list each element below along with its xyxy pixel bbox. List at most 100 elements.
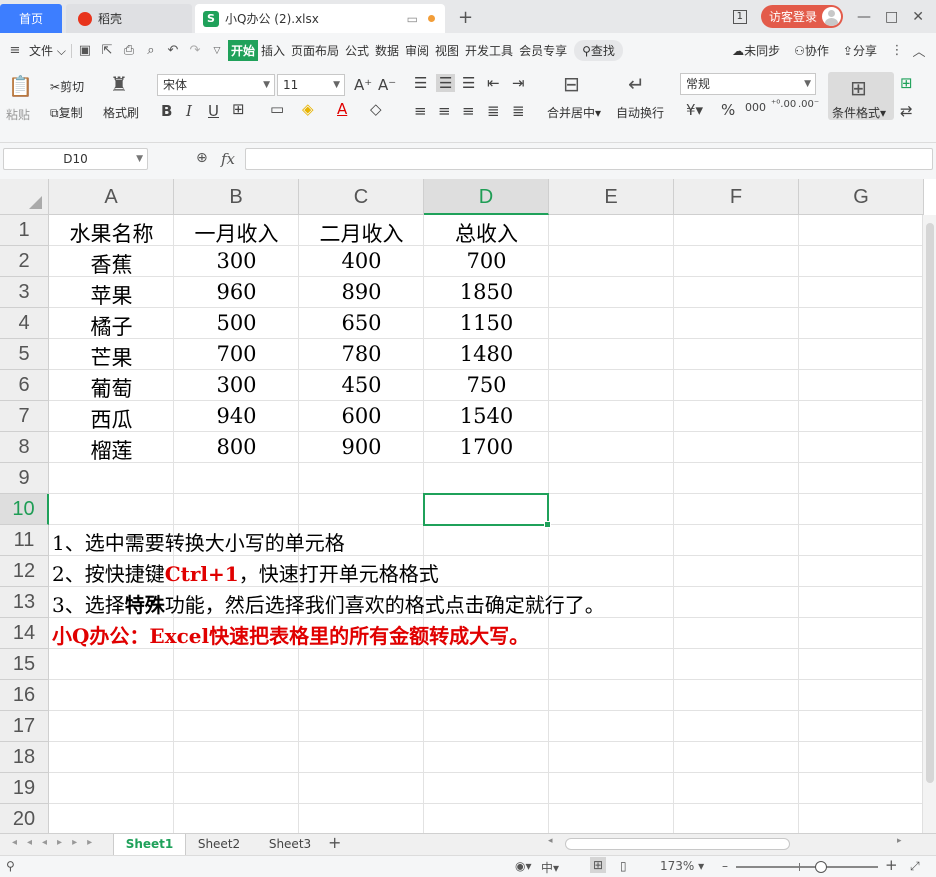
cell-a8[interactable]: 榴莲 (49, 435, 174, 465)
horizontal-scrollbar[interactable] (565, 838, 790, 850)
page-view-button[interactable]: ▯ (620, 859, 627, 873)
cell-d5[interactable]: 1480 (424, 342, 549, 366)
fill-color-icon[interactable]: ▭ (270, 100, 284, 118)
cell-a4[interactable]: 橘子 (49, 311, 174, 341)
macro-icon[interactable]: ⚲ (6, 859, 15, 873)
row-header-18[interactable]: 18 (0, 742, 49, 773)
font-name-select[interactable]: 宋体 ▼ (157, 74, 275, 96)
zoom-in-button[interactable]: + (885, 856, 898, 874)
cell-d1[interactable]: 总收入 (424, 218, 549, 248)
column-header-e[interactable]: E (549, 179, 674, 215)
format-painter-button[interactable]: 格式刷 (103, 104, 139, 121)
cell-c8[interactable]: 900 (299, 435, 424, 459)
cell-b3[interactable]: 960 (174, 280, 299, 304)
collab-button[interactable]: ⚇协作 (791, 42, 832, 59)
row-header-14[interactable]: 14 (0, 618, 49, 649)
border-icon[interactable]: ⊞ (232, 100, 245, 118)
paste-icon[interactable]: 📋 (8, 74, 33, 98)
cell-c7[interactable]: 600 (299, 404, 424, 428)
normal-view-button[interactable]: ⊞ (590, 857, 607, 873)
row-header-9[interactable]: 9 (0, 463, 49, 494)
cell-a1[interactable]: 水果名称 (49, 218, 174, 248)
file-menu[interactable]: 文件 ⌵ (26, 42, 69, 59)
customize-icon[interactable]: ▽ (208, 46, 226, 56)
decrease-decimal-icon[interactable]: .00⁻ (798, 99, 819, 110)
align-center-icon[interactable]: ≡ (438, 102, 451, 120)
cell-b8[interactable]: 800 (174, 435, 299, 459)
undo-icon[interactable]: ↶ (164, 43, 182, 58)
tab-home[interactable]: 首页 (0, 4, 62, 33)
align-top-icon[interactable]: ☰ (414, 74, 427, 92)
align-left-icon[interactable]: ≡ (414, 102, 427, 120)
sheet-tab-3[interactable]: Sheet3 (256, 834, 324, 855)
cell-b5[interactable]: 700 (174, 342, 299, 366)
new-tab-button[interactable]: + (458, 7, 473, 28)
input-mode-icon[interactable]: 中▾ (541, 859, 559, 876)
table-style-icon[interactable]: ⊞ (900, 74, 913, 92)
save-icon[interactable]: ▣ (76, 43, 94, 58)
tab-formulas[interactable]: 公式 (342, 42, 372, 59)
column-header-a[interactable]: A (49, 179, 174, 215)
align-right-icon[interactable]: ≡ (462, 102, 475, 120)
tab-page-layout[interactable]: 页面布局 (288, 42, 342, 59)
font-color-icon[interactable]: A (337, 100, 347, 118)
align-bottom-icon[interactable]: ☰ (462, 74, 475, 92)
scroll-right-icon[interactable]: ▸ (897, 836, 902, 846)
minimize-button[interactable]: — (857, 9, 871, 25)
cell-b1[interactable]: 一月收入 (174, 218, 299, 248)
row-header-7[interactable]: 7 (0, 401, 49, 432)
spreadsheet-grid[interactable]: ABCDEFG 1 2 3 4 5 6 7 8 9 10 11 12 13 14 15 16 17 18 19 20 … (0, 179, 936, 833)
more-icon[interactable]: ⋮ (888, 43, 906, 58)
format-painter-icon[interactable]: ♜ (110, 72, 128, 96)
row-header-11[interactable]: 11 (0, 525, 49, 556)
indent-decrease-icon[interactable]: ⇤ (487, 74, 500, 92)
select-all-corner[interactable] (0, 179, 49, 215)
cell-a2[interactable]: 香蕉 (49, 249, 174, 279)
export-icon[interactable]: ⇱ (98, 43, 116, 58)
cell-a7[interactable]: 西瓜 (49, 404, 174, 434)
cell-d2[interactable]: 700 (424, 249, 549, 273)
merge-center-icon[interactable]: ⊟ (563, 72, 580, 96)
row-header-5[interactable]: 5 (0, 339, 49, 370)
row-header-10[interactable]: 10 (0, 494, 49, 525)
row-header-12[interactable]: 12 (0, 556, 49, 587)
tab-insert[interactable]: 插入 (258, 42, 288, 59)
clear-format-icon[interactable]: ◇ (370, 100, 382, 118)
row-header-13[interactable]: 13 (0, 587, 49, 618)
collapse-ribbon-icon[interactable]: ︿ (910, 41, 928, 60)
cell-c4[interactable]: 650 (299, 311, 424, 335)
scroll-left-icon[interactable]: ◂ (548, 836, 553, 846)
cell-a6[interactable]: 葡萄 (49, 373, 174, 403)
zoom-out-button[interactable]: – (722, 859, 728, 873)
tab-developer[interactable]: 开发工具 (462, 42, 516, 59)
monitor-icon[interactable]: ▭ (407, 12, 418, 26)
sheet-nav-icon[interactable]: ◂◂◂▸▸▸ (12, 837, 102, 848)
merge-center-button[interactable]: 合并居中▾ (547, 104, 601, 121)
redo-icon[interactable]: ↷ (186, 43, 204, 58)
zoom-formula-icon[interactable]: ⊕ (196, 150, 208, 166)
fx-icon[interactable]: fx (221, 150, 235, 168)
print-icon[interactable]: ⎙ (120, 43, 138, 58)
row-header-20[interactable]: 20 (0, 804, 49, 833)
format-icon[interactable]: ⇄ (900, 102, 913, 120)
zoom-level[interactable]: 173% ▾ (660, 859, 704, 873)
cell-b4[interactable]: 500 (174, 311, 299, 335)
column-header-f[interactable]: F (674, 179, 799, 215)
vertical-scroll-thumb[interactable] (926, 223, 934, 783)
italic-button[interactable]: I (186, 102, 192, 120)
add-sheet-button[interactable]: + (328, 833, 341, 852)
column-header-d[interactable]: D (424, 179, 549, 215)
increase-font-icon[interactable]: A⁺ (354, 76, 372, 94)
conditional-format-button[interactable]: ⊞ 条件格式▾ (828, 72, 894, 120)
sheet-tab-1[interactable]: Sheet1 (113, 834, 186, 855)
name-box[interactable]: D10 ▼ (3, 148, 148, 170)
tab-review[interactable]: 审阅 (402, 42, 432, 59)
cell-c5[interactable]: 780 (299, 342, 424, 366)
distributed-icon[interactable]: ≣ (512, 102, 525, 120)
paste-button[interactable]: 粘贴 (6, 106, 30, 123)
row-header-2[interactable]: 2 (0, 246, 49, 277)
number-format-select[interactable]: 常规 ▼ (680, 73, 816, 95)
window-count-icon[interactable]: 1 (732, 9, 748, 24)
highlight-icon[interactable]: ◈ (302, 100, 314, 118)
tab-file[interactable]: S 小Q办公 (2).xlsx ▭ (195, 4, 445, 33)
